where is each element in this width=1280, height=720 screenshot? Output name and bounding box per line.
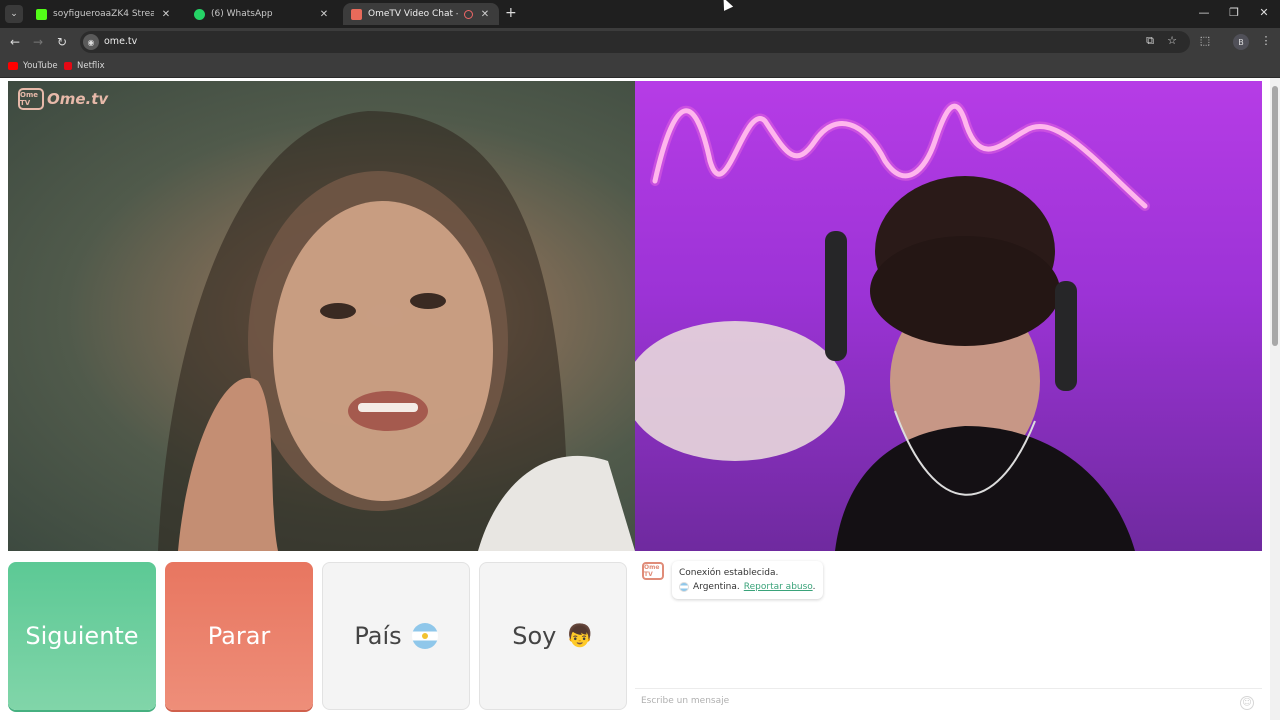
next-button[interactable]: Siguiente bbox=[8, 562, 156, 710]
page-scrollbar[interactable] bbox=[1270, 78, 1280, 720]
ometv-logo: Ome TV Ome.tv bbox=[18, 88, 108, 110]
tab-title: OmeTV Video Chat — Ome bbox=[368, 9, 458, 19]
browser-tab-strip: ⌄ soyfigueroaaZK4 Stream - Watc ✕ (6) Wh… bbox=[0, 0, 1280, 28]
ometv-system-avatar-icon: Ome TV bbox=[642, 562, 664, 580]
chat-panel: Ome TV Conexión establecida. Argentina. … bbox=[635, 554, 1262, 720]
ometv-logo-wordmark: Ome.tv bbox=[47, 90, 109, 108]
report-suffix: . bbox=[812, 582, 816, 592]
bookmark-youtube[interactable]: YouTube bbox=[8, 61, 58, 71]
argentina-flag-icon bbox=[411, 623, 438, 649]
new-tab-plus-icon[interactable]: + bbox=[505, 6, 517, 20]
browser-toolbar: ← → ↻ ◉ ome.tv ⧉ ☆ ⬚ B ⋮ bbox=[0, 28, 1280, 56]
message-input-area: ☺ bbox=[635, 688, 1262, 718]
kick-favicon-icon bbox=[36, 8, 47, 20]
tab-kick-stream[interactable]: soyfigueroaaZK4 Stream - Watc ✕ bbox=[28, 3, 180, 25]
country-button-label: País bbox=[354, 622, 402, 650]
minimize-icon[interactable]: — bbox=[1196, 6, 1212, 19]
partner-country-text: Argentina. bbox=[693, 582, 740, 592]
profile-avatar[interactable]: B bbox=[1233, 34, 1249, 50]
forward-arrow-icon[interactable]: → bbox=[30, 34, 46, 50]
window-close-icon[interactable]: ✕ bbox=[1256, 6, 1272, 19]
bookmark-label: Netflix bbox=[77, 61, 105, 71]
next-button-label: Siguiente bbox=[25, 622, 139, 650]
recording-indicator-icon bbox=[464, 9, 473, 19]
tab-title: soyfigueroaaZK4 Stream - Watc bbox=[53, 9, 154, 19]
country-filter-button[interactable]: País bbox=[322, 562, 470, 710]
extensions-icon[interactable]: ⬚ bbox=[1197, 34, 1213, 47]
scrollbar-thumb[interactable] bbox=[1272, 86, 1278, 346]
bookmark-label: YouTube bbox=[23, 61, 58, 71]
tab-title: (6) WhatsApp bbox=[211, 9, 273, 19]
system-message: Conexión establecida. Argentina. Reporta… bbox=[672, 561, 823, 599]
ometv-favicon-icon bbox=[351, 8, 362, 20]
tab-whatsapp[interactable]: (6) WhatsApp ✕ bbox=[186, 3, 338, 25]
whatsapp-favicon-icon bbox=[194, 8, 205, 20]
ometv-logo-tv-icon: Ome TV bbox=[18, 88, 44, 110]
tab-search-chevron-icon[interactable]: ⌄ bbox=[5, 5, 23, 23]
bookmark-netflix[interactable]: Netflix bbox=[64, 61, 105, 71]
close-tab-icon[interactable]: ✕ bbox=[160, 9, 172, 20]
message-input[interactable] bbox=[641, 696, 1221, 706]
self-video bbox=[635, 81, 1262, 551]
gender-button-label: Soy bbox=[512, 622, 557, 650]
tab-ometv[interactable]: OmeTV Video Chat — Ome ✕ bbox=[343, 3, 499, 25]
partner-video-feed bbox=[158, 111, 635, 551]
ometv-page: Ome TV Ome.tv Siguiente Parar País Soy 👦 bbox=[0, 78, 1280, 720]
url-text: ome.tv bbox=[104, 36, 138, 47]
argentina-mini-flag-icon bbox=[679, 582, 689, 592]
stop-button-label: Parar bbox=[207, 622, 271, 650]
self-video-feed bbox=[635, 101, 1150, 551]
address-bar[interactable]: ◉ ome.tv bbox=[80, 31, 1190, 53]
stop-button[interactable]: Parar bbox=[165, 562, 313, 710]
back-arrow-icon[interactable]: ← bbox=[7, 34, 23, 50]
partner-video: Ome TV Ome.tv bbox=[8, 81, 635, 551]
close-tab-icon[interactable]: ✕ bbox=[479, 9, 491, 20]
restore-icon[interactable]: ❐ bbox=[1226, 6, 1242, 19]
netflix-icon bbox=[64, 62, 72, 70]
report-abuse-link[interactable]: Reportar abuso bbox=[744, 582, 813, 592]
boy-emoji-icon: 👦 bbox=[566, 623, 594, 649]
bookmarks-bar: YouTube Netflix bbox=[0, 56, 1280, 78]
bookmark-star-icon[interactable]: ☆ bbox=[1164, 34, 1180, 47]
menu-kebab-icon[interactable]: ⋮ bbox=[1258, 34, 1274, 47]
connection-status-text: Conexión establecida. bbox=[679, 568, 779, 578]
cast-icon[interactable]: ⧉ bbox=[1142, 34, 1158, 48]
emoji-icon[interactable]: ☺ bbox=[1240, 696, 1254, 710]
close-tab-icon[interactable]: ✕ bbox=[318, 9, 330, 20]
gender-filter-button[interactable]: Soy 👦 bbox=[479, 562, 627, 710]
site-info-icon[interactable]: ◉ bbox=[83, 34, 99, 50]
youtube-icon bbox=[8, 62, 18, 70]
reload-icon[interactable]: ↻ bbox=[54, 34, 70, 50]
